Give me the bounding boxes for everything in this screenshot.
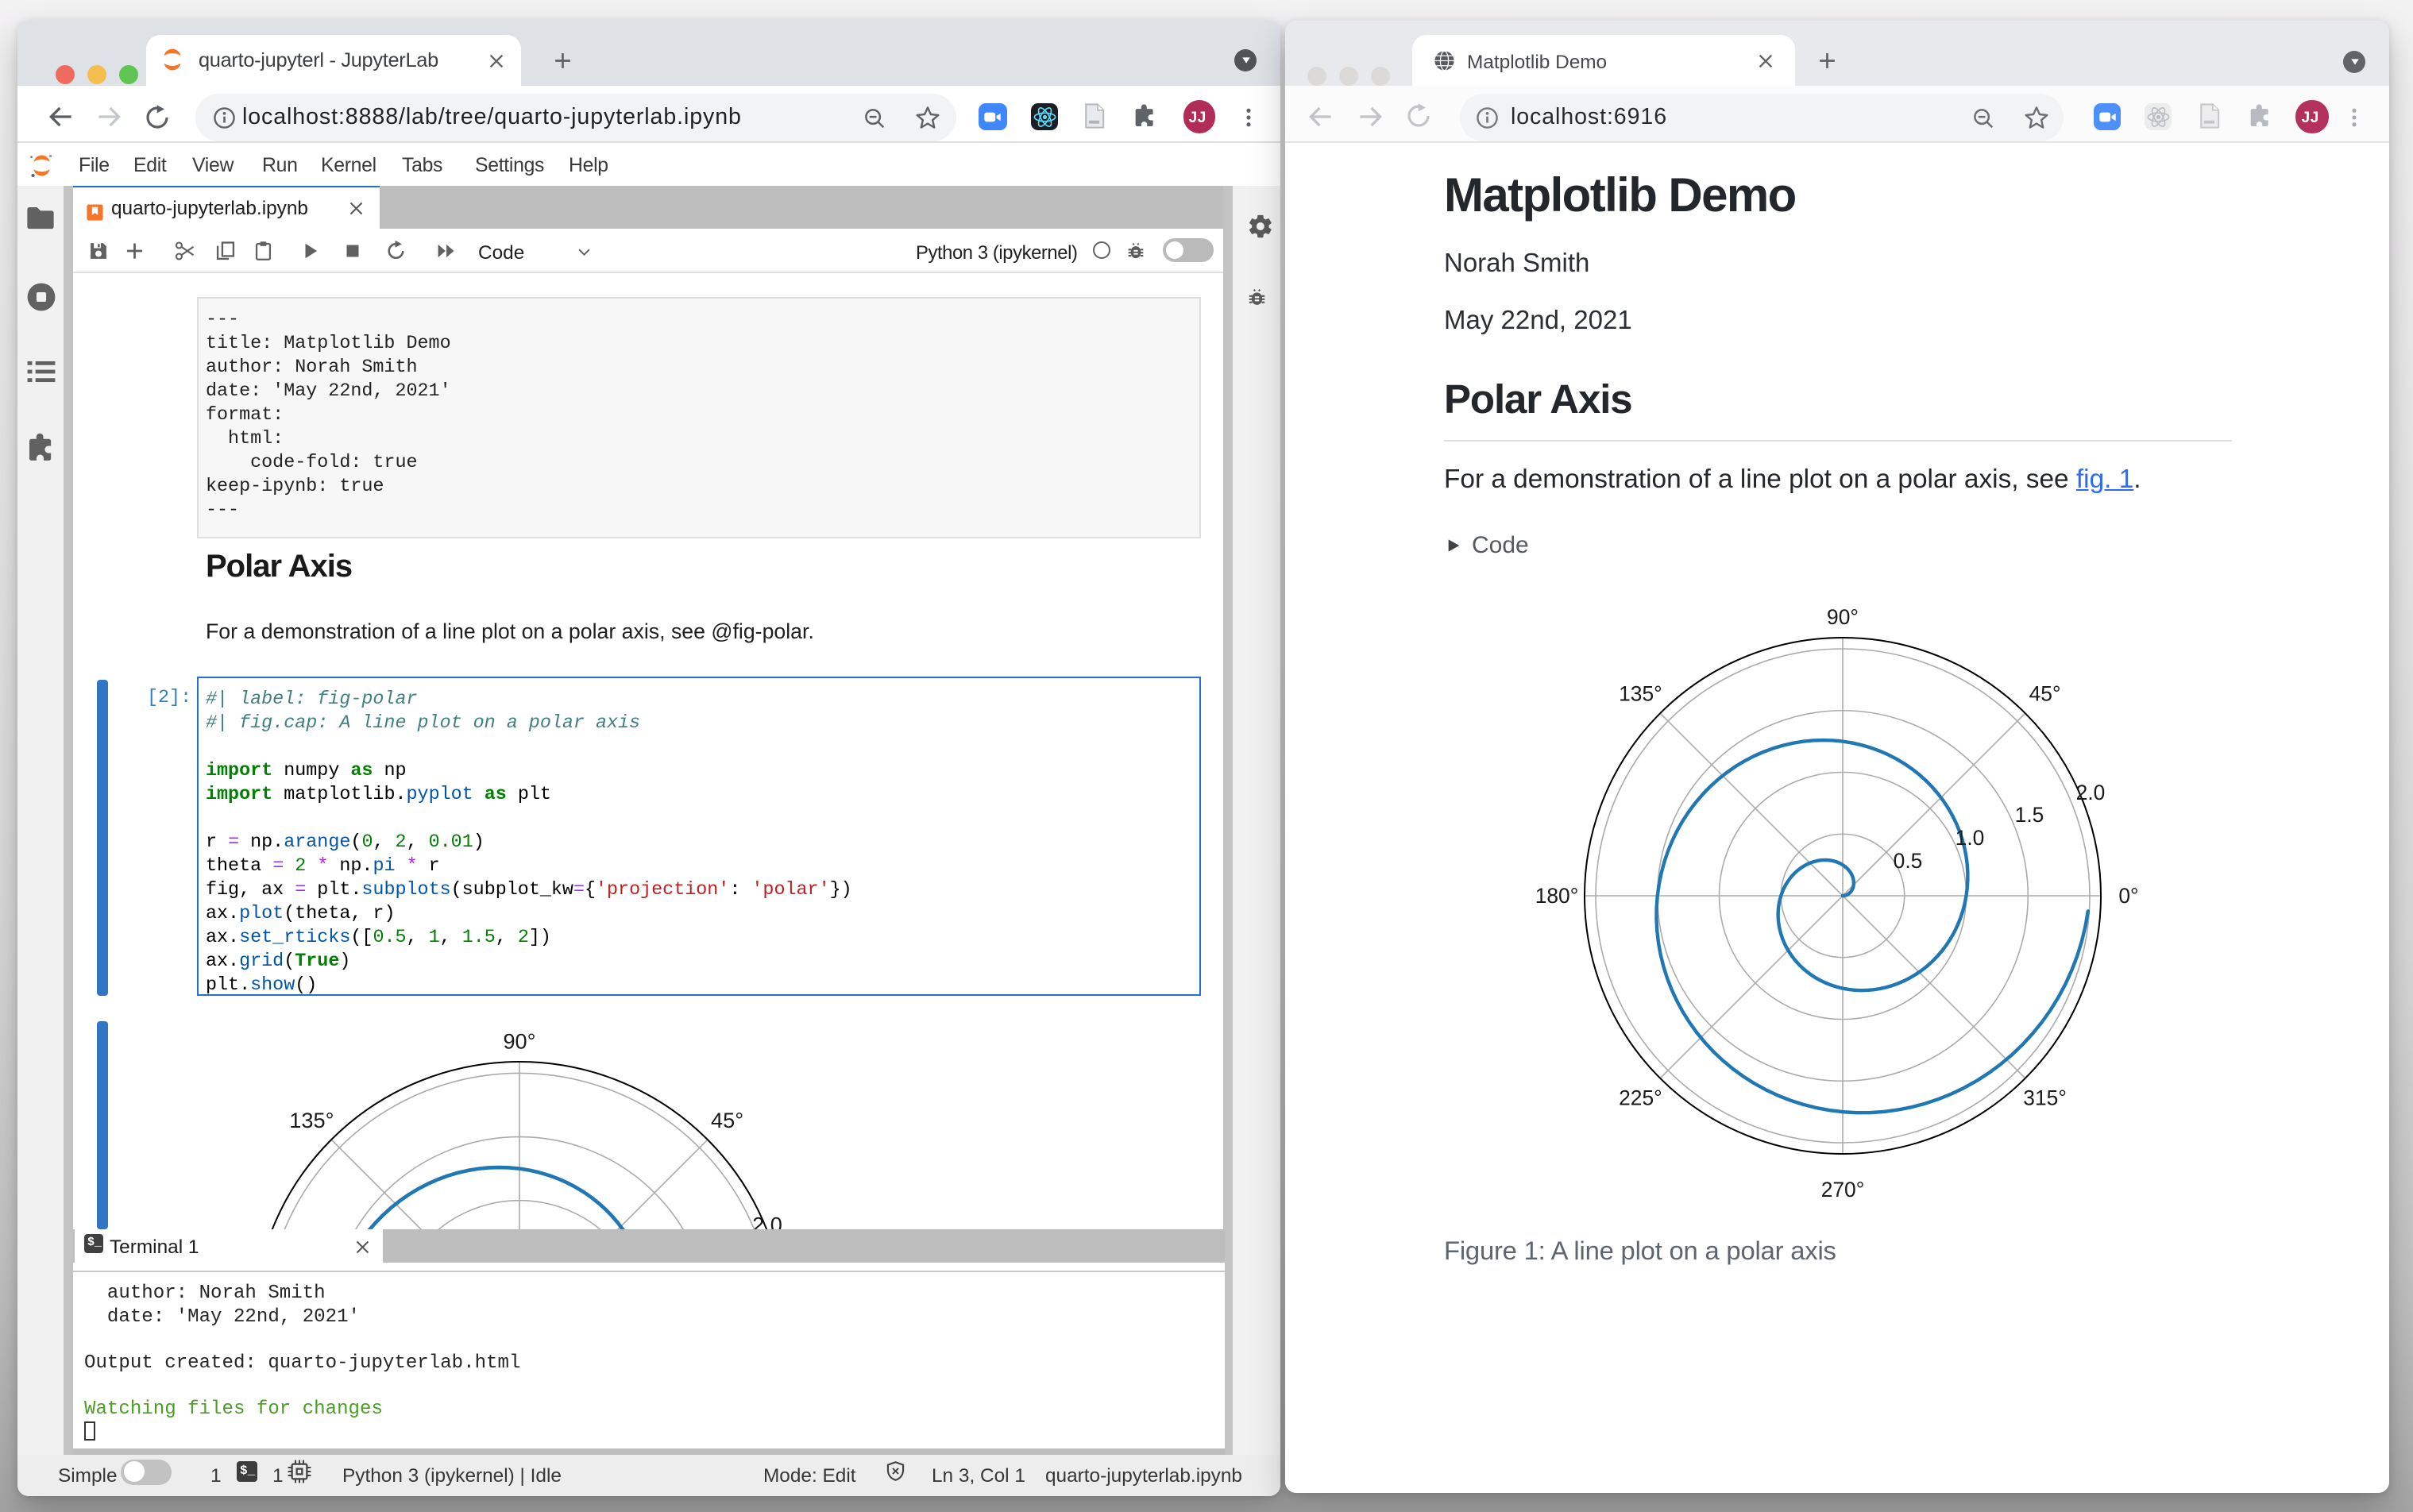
svg-text:45°: 45° <box>2029 681 2061 705</box>
svg-text:1.5: 1.5 <box>2015 803 2044 827</box>
svg-text:90°: 90° <box>503 1028 535 1053</box>
svg-text:2.0: 2.0 <box>752 1212 782 1229</box>
svg-text:0°: 0° <box>2118 884 2138 908</box>
svg-text:315°: 315° <box>2023 1086 2067 1110</box>
svg-text:135°: 135° <box>1619 681 1662 705</box>
svg-text:45°: 45° <box>711 1107 743 1132</box>
svg-text:2.0: 2.0 <box>2076 781 2106 804</box>
svg-text:270°: 270° <box>1821 1178 1865 1202</box>
svg-text:180°: 180° <box>1535 884 1579 908</box>
svg-text:135°: 135° <box>289 1107 334 1132</box>
svg-text:225°: 225° <box>1619 1086 1662 1110</box>
svg-text:90°: 90° <box>1827 605 1859 629</box>
svg-text:0.5: 0.5 <box>1894 849 1923 873</box>
svg-text:1.0: 1.0 <box>1955 826 1985 850</box>
